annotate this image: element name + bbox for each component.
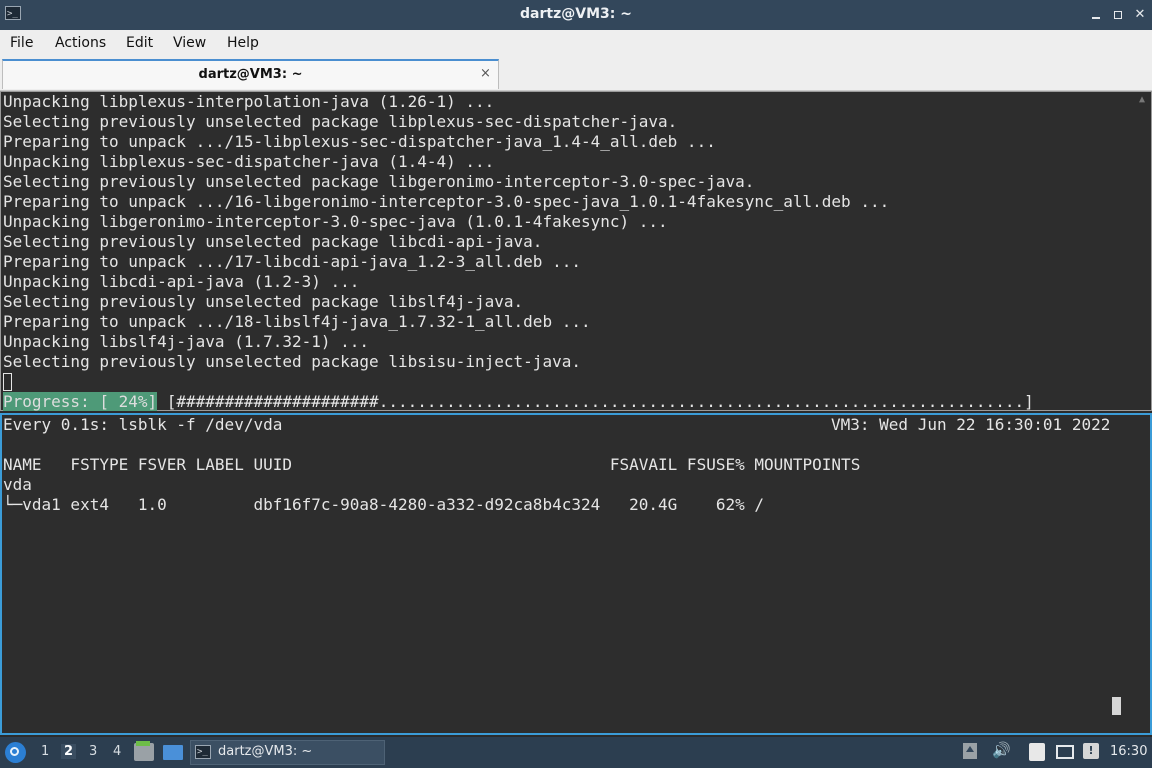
output-line: Selecting previously unselected package … — [3, 112, 678, 131]
output-line: Selecting previously unselected package … — [3, 172, 755, 191]
file-manager-tab — [136, 741, 150, 746]
terminal-task-icon: >_ — [195, 745, 211, 759]
progress-label: Progress: [ 24%] — [3, 392, 158, 411]
output-line: Preparing to unpack .../18-libslf4j-java… — [3, 312, 591, 331]
terminal-cursor — [1112, 697, 1121, 715]
file-manager-icon[interactable] — [134, 741, 154, 761]
taskbar-task-terminal[interactable]: >_ dartz@VM3: ~ — [190, 740, 385, 765]
output-line: Unpacking libplexus-interpolation-java (… — [3, 92, 495, 111]
output-line: Preparing to unpack .../16-libgeronimo-i… — [3, 192, 890, 211]
menu-actions[interactable]: Actions — [55, 35, 106, 51]
watch-header: Every 0.1s: lsblk -f /dev/vda — [3, 415, 283, 434]
maximize-button[interactable] — [1109, 6, 1127, 24]
output-line: Selecting previously unselected package … — [3, 232, 543, 251]
output-line: Preparing to unpack .../15-libplexus-sec… — [3, 132, 716, 151]
menu-view[interactable]: View — [173, 35, 206, 51]
desktop-3[interactable]: 3 — [89, 744, 97, 759]
desktop-1[interactable]: 1 — [41, 744, 49, 759]
menu-file[interactable]: File — [10, 35, 33, 51]
desktop-4[interactable]: 4 — [113, 744, 121, 759]
output-line: Unpacking libcdi-api-java (1.2-3) ... — [3, 272, 360, 291]
output-line: Unpacking libslf4j-java (1.7.32-1) ... — [3, 332, 370, 351]
clipboard-icon[interactable] — [1029, 743, 1045, 761]
terminal-cursor — [3, 373, 12, 391]
table-header: NAME FSTYPE FSVER LABEL UUID FSAVAIL FSU… — [3, 455, 861, 474]
desktop-2[interactable]: 2 — [61, 744, 77, 759]
scroll-up-icon[interactable]: ▲ — [1139, 90, 1145, 110]
output-line: Selecting previously unselected package … — [3, 352, 581, 371]
terminal-pane-top[interactable]: Unpacking libplexus-interpolation-java (… — [0, 91, 1152, 411]
output-line: Unpacking libplexus-sec-dispatcher-java … — [3, 152, 495, 171]
tray-update-icon[interactable] — [963, 743, 977, 759]
taskbar: 1 2 3 4 >_ dartz@VM3: ~ 🔊 ! 16:30 — [0, 737, 1152, 768]
minimize-button[interactable] — [1087, 6, 1105, 24]
tab-close-icon[interactable]: × — [480, 66, 491, 81]
close-button[interactable]: ✕ — [1131, 6, 1149, 24]
output-line: Selecting previously unselected package … — [3, 292, 524, 311]
taskbar-task-label: dartz@VM3: ~ — [218, 744, 313, 759]
tray-arrow-up-icon — [966, 746, 974, 752]
network-icon[interactable] — [1056, 745, 1074, 759]
start-menu-button[interactable] — [5, 742, 26, 763]
tab-label: dartz@VM3: ~ — [198, 67, 303, 82]
window-title: dartz@VM3: ~ — [520, 6, 632, 22]
menu-bar: File Actions Edit View Help — [0, 30, 1152, 58]
progress-bar-text: [#####################..................… — [166, 392, 1034, 411]
watch-status: VM3: Wed Jun 22 16:30:01 2022 — [831, 415, 1111, 434]
notification-icon[interactable]: ! — [1083, 743, 1099, 759]
table-row: vda — [3, 475, 32, 494]
volume-icon[interactable]: 🔊 — [992, 741, 1011, 759]
maximize-icon — [1114, 11, 1122, 19]
minimize-icon — [1092, 17, 1100, 19]
menu-help[interactable]: Help — [227, 35, 259, 51]
close-icon: ✕ — [1134, 7, 1146, 22]
window-titlebar[interactable]: >_ dartz@VM3: ~ ✕ — [0, 0, 1152, 30]
clock[interactable]: 16:30 — [1110, 744, 1147, 759]
table-row: └─vda1 ext4 1.0 dbf16f7c-90a8-4280-a332-… — [3, 495, 764, 514]
tab-bar: dartz@VM3: ~ × — [0, 58, 1152, 91]
show-desktop-icon[interactable] — [163, 745, 183, 760]
start-menu-icon — [10, 747, 19, 756]
menu-edit[interactable]: Edit — [126, 35, 153, 51]
output-line: Unpacking libgeronimo-interceptor-3.0-sp… — [3, 212, 668, 231]
progress-line: Progress: [ 24%] [#####################.… — [3, 392, 1034, 412]
terminal-pane-bottom[interactable]: Every 0.1s: lsblk -f /dev/vda VM3: Wed J… — [0, 413, 1152, 735]
output-line: Preparing to unpack .../17-libcdi-api-ja… — [3, 252, 581, 271]
tab-terminal[interactable]: dartz@VM3: ~ × — [2, 59, 499, 89]
